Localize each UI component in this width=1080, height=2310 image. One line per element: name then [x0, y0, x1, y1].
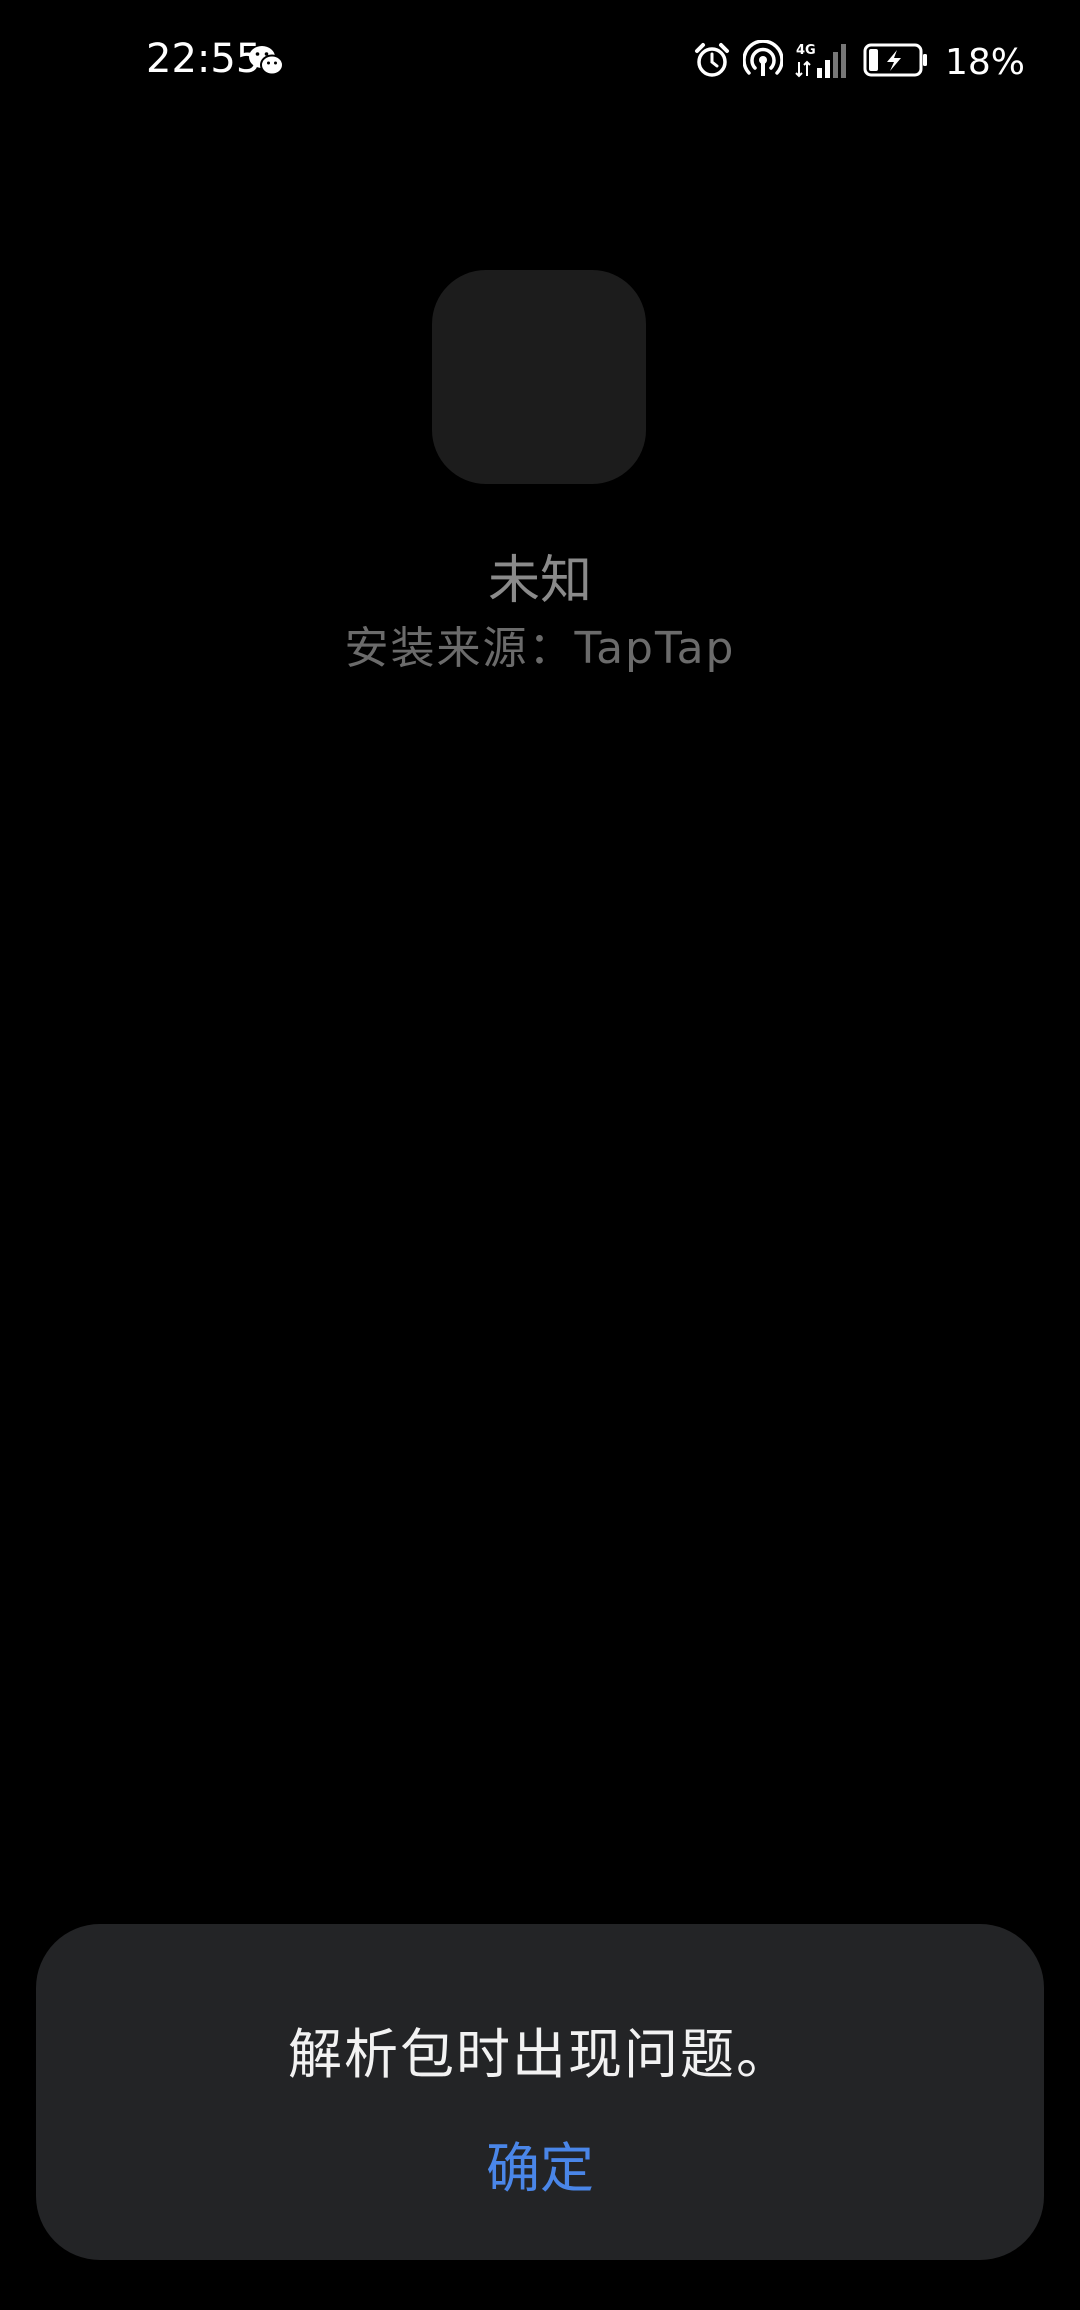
dialog-message: 解析包时出现问题。: [288, 2023, 792, 2086]
svg-text:4G: 4G: [796, 43, 816, 58]
status-time: 22:55: [146, 36, 262, 82]
wechat-icon: [248, 44, 284, 78]
hotspot-icon: [742, 39, 784, 84]
app-name: 未知: [487, 551, 592, 611]
install-source: 安装来源：TapTap: [344, 623, 736, 674]
confirm-button[interactable]: 确定: [440, 2124, 640, 2214]
status-bar: 22:55 4G 18%: [0, 0, 1080, 120]
status-icons: 4G 18%: [693, 38, 1025, 86]
app-icon-placeholder: [432, 270, 646, 484]
alarm-icon: [693, 41, 731, 83]
parse-error-dialog: 解析包时出现问题。 确定: [36, 1924, 1044, 2260]
signal-icon: 4G: [795, 40, 851, 84]
battery-charging-icon: [863, 42, 929, 82]
battery-percentage: 18%: [944, 41, 1025, 83]
